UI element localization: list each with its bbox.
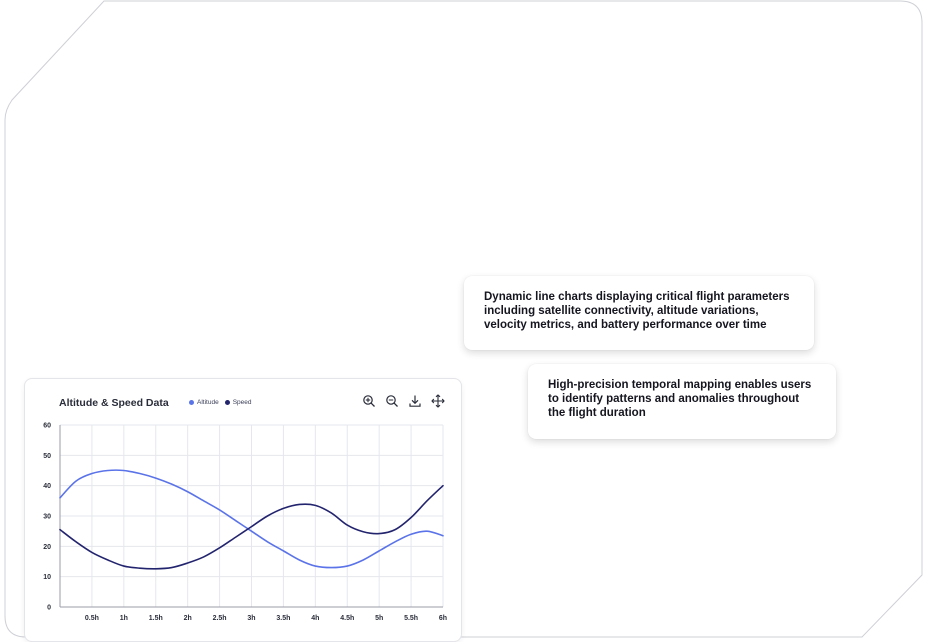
x-tick-label: 2h bbox=[184, 615, 192, 622]
feature-callout-temporal: High-precision temporal mapping enables … bbox=[528, 364, 836, 439]
y-tick-label: 60 bbox=[43, 423, 51, 430]
line-chart-plot[interactable]: 0 10 20 30 40 50 60 0.5h 1h 1.5h 2h 2.5h 3h 3.5h 4h 4.5… bbox=[25, 379, 461, 641]
feature-callout-charts: Dynamic line charts displaying critical … bbox=[464, 276, 814, 350]
x-tick-label: 3.5h bbox=[276, 615, 290, 622]
callout-text: High-precision temporal mapping enables … bbox=[548, 379, 812, 419]
x-tick-label: 1.5h bbox=[149, 615, 163, 622]
x-tick-label: 0.5h bbox=[85, 615, 99, 622]
callout-text: Dynamic line charts displaying critical … bbox=[484, 291, 790, 331]
x-tick-label: 4h bbox=[311, 615, 319, 622]
y-tick-label: 20 bbox=[43, 544, 51, 551]
x-tick-label: 5h bbox=[375, 615, 383, 622]
y-tick-label: 10 bbox=[43, 574, 51, 581]
y-tick-label: 0 bbox=[47, 605, 51, 612]
x-tick-label: 1h bbox=[120, 615, 128, 622]
x-tick-label: 2.5h bbox=[213, 615, 227, 622]
y-tick-label: 50 bbox=[43, 453, 51, 460]
x-tick-label: 5.5h bbox=[404, 615, 418, 622]
altitude-speed-chart-card: Altitude & Speed Data Altitude Speed 0 1… bbox=[24, 378, 462, 642]
y-tick-label: 40 bbox=[43, 483, 51, 490]
y-tick-label: 30 bbox=[43, 514, 51, 521]
x-tick-label: 6h bbox=[439, 615, 447, 622]
x-tick-label: 3h bbox=[247, 615, 255, 622]
x-tick-label: 4.5h bbox=[340, 615, 354, 622]
